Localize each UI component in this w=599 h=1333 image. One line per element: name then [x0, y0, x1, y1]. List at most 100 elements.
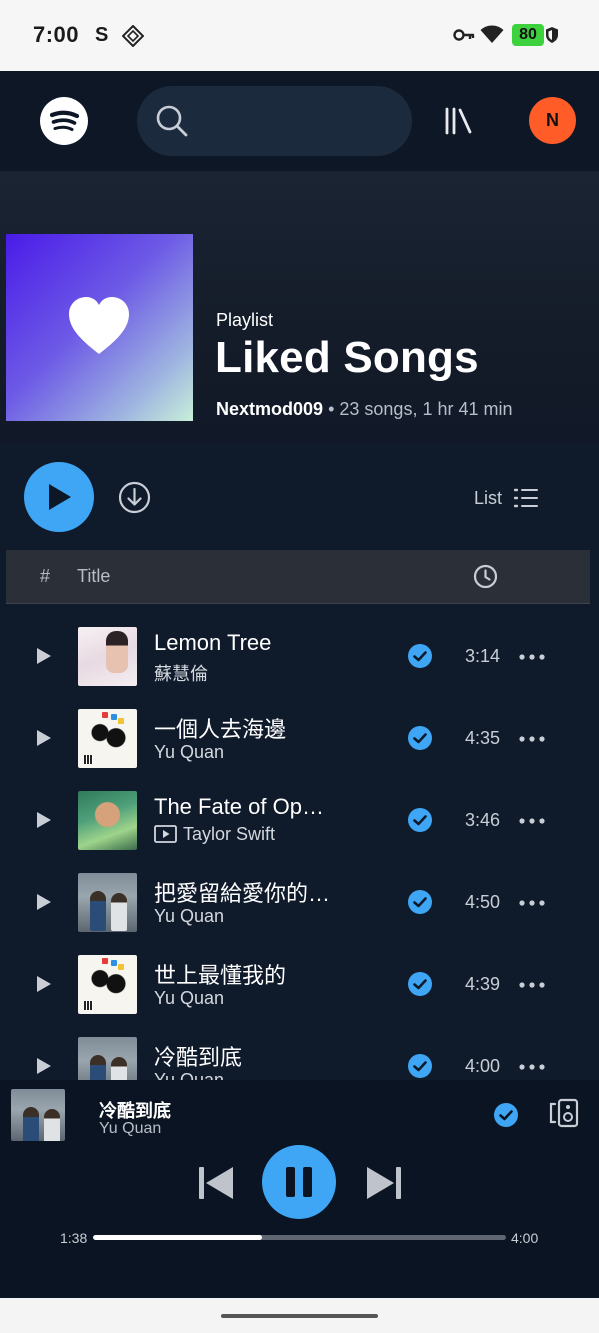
- more-options-icon[interactable]: [519, 982, 545, 988]
- now-playing-bar: 冷酷到底 Yu Quan 1:38 4:00: [0, 1080, 599, 1298]
- track-row[interactable]: 把愛留給愛你的… Yu Quan 4:50: [0, 861, 599, 943]
- liked-check-icon[interactable]: [408, 890, 432, 914]
- elapsed-time: 1:38: [60, 1230, 88, 1246]
- column-number: #: [40, 566, 51, 586]
- track-duration: 4:35: [465, 728, 501, 748]
- album-art: [78, 791, 137, 850]
- now-playing-art[interactable]: [11, 1089, 65, 1141]
- album-art: [78, 955, 137, 1014]
- status-time: 7:00: [33, 22, 80, 47]
- liked-check-icon[interactable]: [408, 972, 432, 996]
- track-title: 冷酷到底: [154, 1045, 243, 1070]
- play-icon[interactable]: [36, 811, 52, 829]
- search-icon: [156, 105, 188, 137]
- search-input[interactable]: [199, 104, 399, 138]
- heart-icon: [69, 297, 129, 354]
- diamond-notification-icon: [122, 25, 144, 47]
- playlist-owner[interactable]: Nextmod009: [216, 399, 323, 419]
- wifi-icon: [480, 25, 504, 43]
- liked-check-icon[interactable]: [494, 1103, 518, 1127]
- home-gesture-handle[interactable]: [221, 1314, 378, 1318]
- progress-fill: [93, 1235, 263, 1240]
- track-artist[interactable]: Yu Quan: [154, 988, 224, 1009]
- liked-check-icon[interactable]: [408, 644, 432, 668]
- album-art: [78, 709, 137, 768]
- meta-separator: •: [328, 399, 335, 419]
- track-duration: 4:50: [465, 892, 501, 912]
- more-options-icon[interactable]: [519, 1064, 545, 1070]
- play-icon[interactable]: [36, 893, 52, 911]
- track-row[interactable]: 一個人去海邊 Yu Quan 4:35: [0, 697, 599, 779]
- list-icon: [514, 488, 539, 508]
- total-time: 4:00: [511, 1230, 539, 1246]
- play-icon[interactable]: [36, 729, 52, 747]
- status-bar: 7:00 S 80: [0, 0, 599, 71]
- devices-icon[interactable]: [549, 1098, 579, 1128]
- track-artist[interactable]: Taylor Swift: [183, 824, 275, 844]
- system-navigation-bar: [0, 1298, 599, 1333]
- play-icon[interactable]: [36, 975, 52, 993]
- liked-check-icon[interactable]: [408, 726, 432, 750]
- spotify-logo-icon[interactable]: [40, 97, 88, 145]
- track-title: 世上最懂我的: [154, 963, 287, 988]
- battery-indicator: 80: [512, 24, 544, 46]
- album-art: [78, 627, 137, 686]
- column-title[interactable]: Title: [77, 566, 110, 587]
- track-duration: 3:14: [465, 646, 501, 666]
- album-art: [78, 1037, 137, 1080]
- progress-bar[interactable]: [93, 1235, 506, 1240]
- track-table-header: # Title: [6, 550, 590, 604]
- track-row[interactable]: 冷酷到底 Yu Quan 4:00: [0, 1025, 599, 1080]
- more-options-icon[interactable]: [519, 818, 545, 824]
- carrier-glyph: S: [95, 24, 109, 46]
- more-options-icon[interactable]: [519, 654, 545, 660]
- liked-check-icon[interactable]: [408, 1054, 432, 1078]
- playlist-title: Liked Songs: [215, 333, 479, 382]
- album-art: [78, 873, 137, 932]
- track-artist[interactable]: Yu Quan: [154, 1070, 224, 1080]
- track-title: The Fate of Op…: [154, 794, 324, 819]
- search-bar[interactable]: [137, 86, 412, 156]
- track-artist[interactable]: Yu Quan: [154, 742, 224, 763]
- clock-icon: [473, 564, 498, 589]
- previous-track-icon[interactable]: [198, 1166, 234, 1200]
- playlist-meta: Nextmod009 • 23 songs, 1 hr 41 min: [216, 399, 513, 420]
- view-mode-label: List: [474, 487, 503, 508]
- shield-icon: [546, 27, 558, 43]
- track-title: Lemon Tree: [154, 630, 272, 655]
- track-artist[interactable]: 蘇慧倫: [154, 660, 208, 686]
- top-nav: N: [0, 71, 599, 171]
- pause-button[interactable]: [262, 1145, 336, 1219]
- track-row[interactable]: 世上最懂我的 Yu Quan 4:39: [0, 943, 599, 1025]
- next-track-icon[interactable]: [366, 1166, 402, 1200]
- track-duration: 4:00: [465, 1056, 501, 1076]
- liked-check-icon[interactable]: [408, 808, 432, 832]
- playlist-summary: 23 songs, 1 hr 41 min: [339, 399, 513, 419]
- track-row[interactable]: The Fate of Op… Taylor Swift 3:46: [0, 779, 599, 861]
- now-playing-artist[interactable]: Yu Quan: [99, 1120, 161, 1138]
- track-duration: 3:46: [465, 810, 501, 830]
- track-list: Lemon Tree 蘇慧倫 3:14 一個人去海邊 Yu Quan 4:35 …: [0, 615, 599, 1080]
- play-icon[interactable]: [36, 1057, 52, 1075]
- pause-icon: [286, 1167, 312, 1197]
- track-duration: 4:39: [465, 974, 501, 994]
- more-options-icon[interactable]: [519, 736, 545, 742]
- playlist-header: Playlist Liked Songs Nextmod009 • 23 son…: [0, 171, 599, 443]
- play-icon[interactable]: [36, 647, 52, 665]
- vpn-key-icon: [453, 29, 475, 41]
- track-title: 把愛留給愛你的…: [154, 881, 331, 906]
- view-mode-toggle[interactable]: List: [474, 484, 539, 512]
- track-artist[interactable]: Yu Quan: [154, 906, 224, 927]
- play-icon: [49, 484, 71, 510]
- track-row[interactable]: Lemon Tree 蘇慧倫 3:14: [0, 615, 599, 697]
- track-artist-row: Taylor Swift: [154, 824, 275, 845]
- more-options-icon[interactable]: [519, 900, 545, 906]
- download-icon[interactable]: [118, 481, 151, 514]
- library-icon[interactable]: [444, 107, 474, 135]
- playlist-cover: [6, 234, 193, 421]
- video-icon: [154, 825, 177, 843]
- avatar[interactable]: N: [529, 97, 576, 144]
- playlist-type-label: Playlist: [216, 310, 274, 330]
- play-playlist-button[interactable]: [24, 462, 94, 532]
- track-title: 一個人去海邊: [154, 717, 287, 742]
